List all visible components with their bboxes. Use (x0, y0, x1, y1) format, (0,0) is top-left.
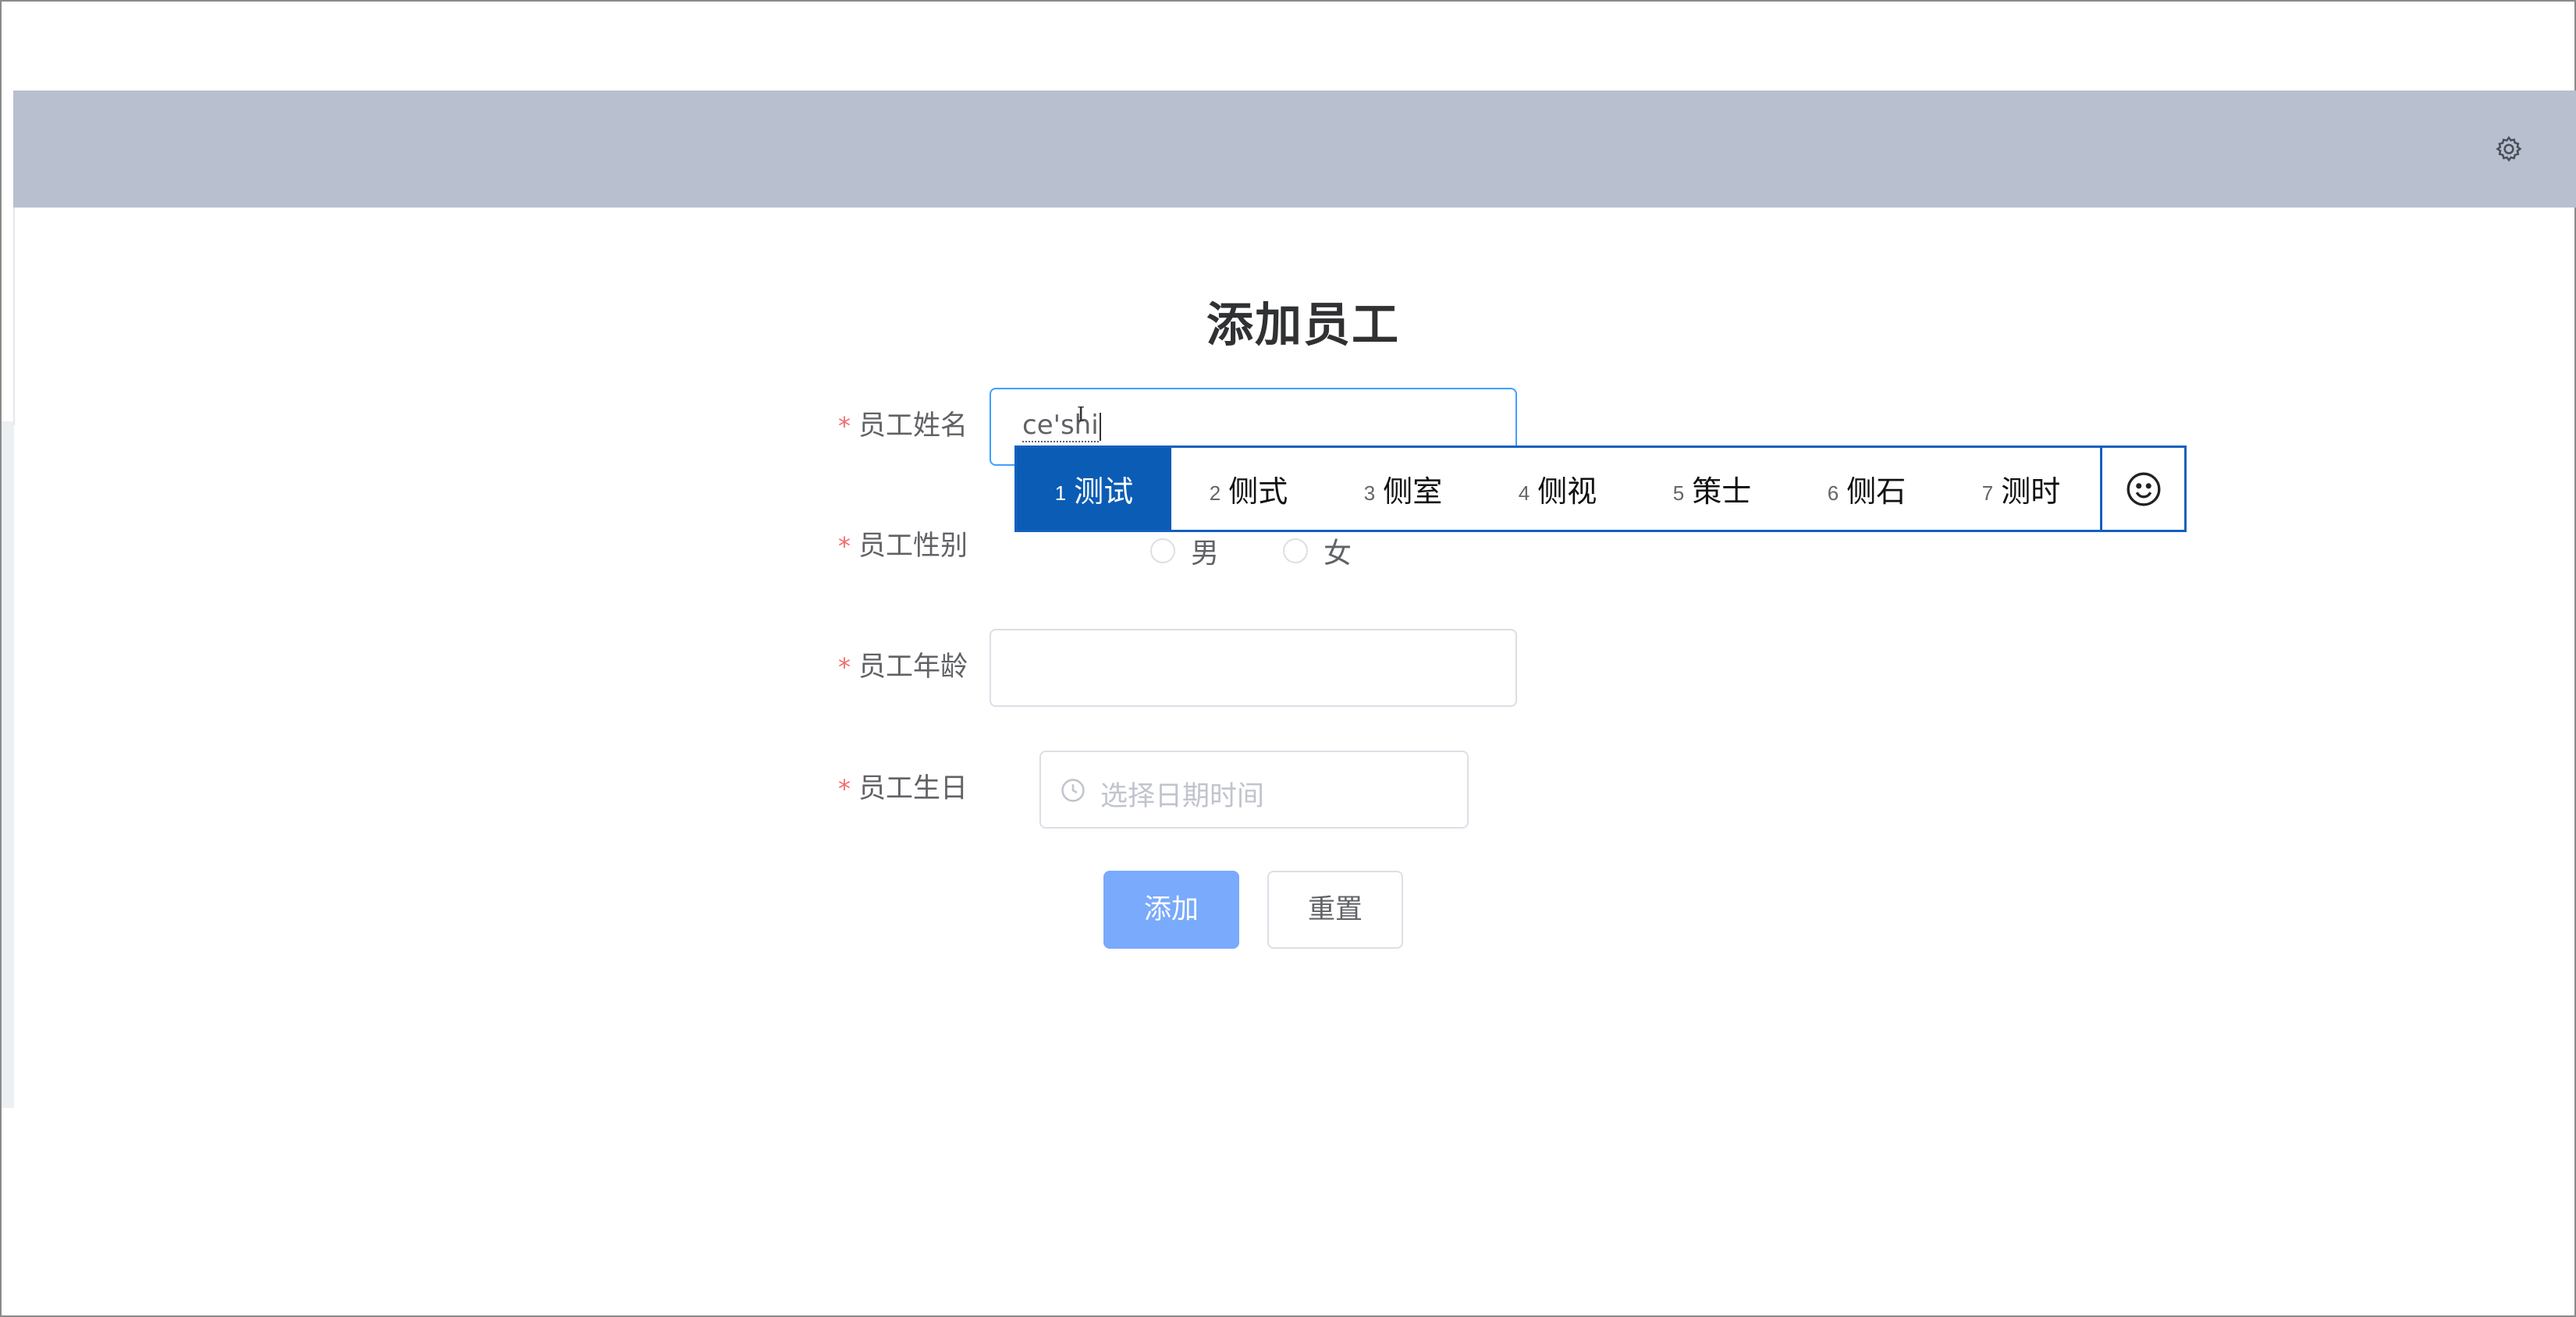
age-label-text: 员工年龄 (858, 651, 968, 683)
employee-age-input[interactable] (990, 629, 1517, 707)
page-title: 添加员工 (1206, 298, 1400, 353)
text-caret (1099, 412, 1101, 441)
ime-candidate[interactable]: 3 侧室 (1326, 448, 1480, 530)
ime-composition-text: ce'shi (1022, 410, 1099, 442)
smiley-icon (2127, 472, 2160, 506)
radio-circle[interactable] (1283, 538, 1308, 563)
gender-radio-female[interactable]: 女 (1283, 531, 1352, 571)
ime-candidate-panel: 1 测试 2 侧式 3 侧室 4 侧视 5 策士 6 侧石 7 测时 (1014, 446, 2187, 532)
radio-label-male[interactable]: 男 (1191, 531, 1219, 571)
ime-emoji-button[interactable] (2100, 448, 2184, 530)
header-bar (13, 91, 2576, 208)
gear-icon[interactable] (2494, 134, 2524, 164)
ime-candidate[interactable]: 6 侧石 (1789, 448, 1944, 530)
required-mark: * (838, 411, 851, 441)
reset-button[interactable]: 重置 (1267, 871, 1403, 949)
left-scroll-strip (2, 421, 14, 1108)
ime-candidate[interactable]: 4 侧视 (1480, 448, 1635, 530)
birthday-label: * 员工生日 (838, 765, 968, 812)
radio-circle[interactable] (1150, 538, 1175, 563)
ime-candidate[interactable]: 2 侧式 (1171, 448, 1326, 530)
required-mark: * (838, 774, 851, 804)
ime-candidate[interactable]: 5 策士 (1635, 448, 1789, 530)
gender-radio-male[interactable]: 男 (1150, 531, 1219, 571)
clock-icon (1061, 779, 1085, 802)
name-label: * 员工姓名 (838, 403, 968, 449)
date-placeholder: 选择日期时间 (1100, 781, 1265, 812)
gender-label-text: 员工性别 (858, 531, 968, 562)
birthday-label-text: 员工生日 (858, 773, 968, 804)
required-mark: * (838, 531, 851, 561)
ime-candidate[interactable]: 7 测时 (1944, 448, 2098, 530)
gender-label: * 员工性别 (838, 523, 968, 570)
ibeam-cursor-icon: I (1077, 403, 1085, 427)
age-label: * 员工年龄 (838, 644, 968, 690)
required-mark: * (838, 652, 851, 682)
name-label-text: 员工姓名 (858, 410, 968, 442)
ime-candidate[interactable]: 1 测试 (1017, 448, 1171, 530)
add-button[interactable]: 添加 (1103, 871, 1239, 949)
radio-label-female[interactable]: 女 (1324, 531, 1352, 571)
name-input-value: ce'shi (1022, 410, 1101, 442)
birthday-datetime-picker[interactable]: 选择日期时间 (1039, 751, 1469, 829)
left-divider (13, 207, 15, 425)
